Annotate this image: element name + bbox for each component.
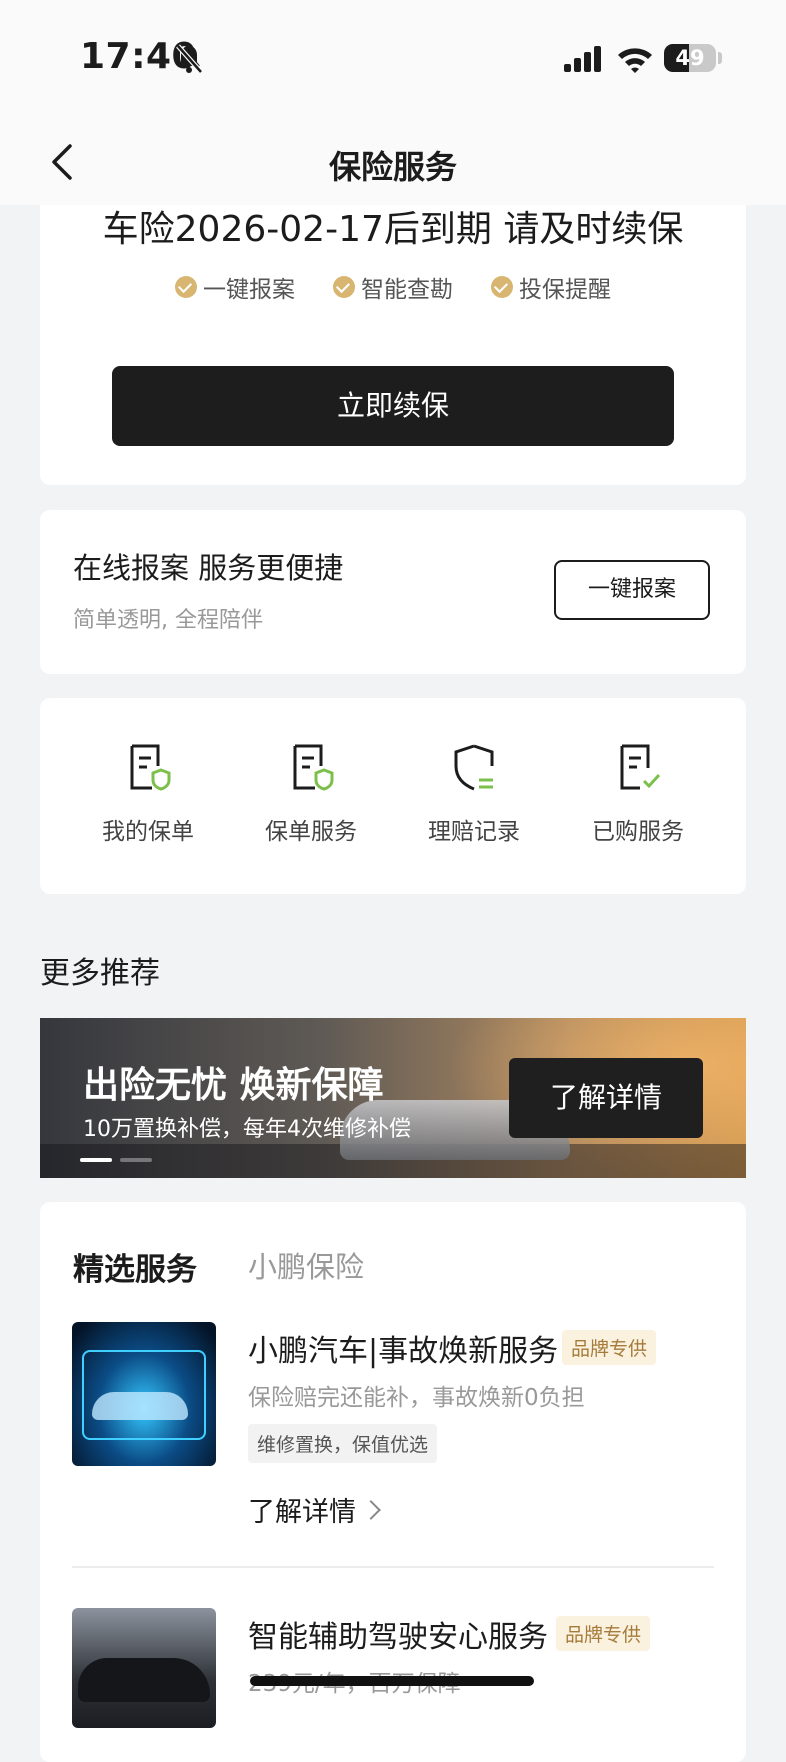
page-title: 保险服务 — [328, 148, 457, 186]
check-badge-icon — [333, 276, 355, 298]
tab-xpeng-insurance[interactable]: 小鹏保险 — [248, 1244, 364, 1286]
product-title[interactable]: 小鹏汽车|事故焕新服务 — [248, 1326, 558, 1370]
brand-exclusive-badge: 品牌专供 — [556, 1616, 651, 1651]
service-label: 理赔记录 — [428, 819, 520, 845]
service-claim-records[interactable]: 理赔记录 — [399, 742, 549, 846]
expire-notice: 车险2026-02-17后到期 请及时续保 — [102, 209, 684, 250]
battery-level: 49 — [675, 46, 705, 70]
product-link-label: 了解详情 — [248, 1497, 356, 1528]
product-thumbnail[interactable] — [72, 1608, 216, 1728]
check-badge-icon — [175, 276, 197, 298]
renew-button[interactable]: 立即续保 — [112, 366, 674, 446]
service-label: 已购服务 — [592, 819, 684, 845]
feature-item: 智能查勘 — [333, 270, 453, 304]
carousel-indicator — [120, 1158, 152, 1162]
report-card-subtitle: 简单透明, 全程陪伴 — [73, 608, 263, 633]
battery-tip — [718, 52, 722, 64]
chevron-right-icon — [361, 1499, 381, 1520]
brand-exclusive-badge: 品牌专供 — [562, 1330, 657, 1365]
claim-record-icon — [454, 744, 494, 791]
service-label: 保单服务 — [265, 819, 357, 845]
service-policy-service[interactable]: 保单服务 — [236, 742, 386, 846]
banner-subtitle: 10万置换补偿，每年4次维修补偿 — [83, 1117, 411, 1142]
product-chip: 维修置换，保值优选 — [248, 1424, 438, 1463]
feature-list: 一键报案 智能查勘 投保提醒 — [40, 270, 746, 304]
service-my-policy[interactable]: 我的保单 — [73, 742, 223, 846]
feature-label: 智能查勘 — [361, 277, 453, 303]
banner-title: 出险无忧 焕新保障 — [83, 1065, 384, 1106]
feature-item: 投保提醒 — [491, 270, 611, 304]
feature-label: 一键报案 — [203, 277, 295, 303]
purchased-check-icon — [620, 744, 661, 790]
service-purchased[interactable]: 已购服务 — [563, 742, 713, 846]
one-click-report-button[interactable]: 一键报案 — [554, 560, 710, 620]
product-thumbnail[interactable] — [72, 1322, 216, 1466]
list-divider — [72, 1566, 714, 1568]
thumbnail-car — [78, 1658, 210, 1702]
battery-icon: 49 — [664, 44, 716, 72]
banner-learn-more-button[interactable]: 了解详情 — [509, 1058, 703, 1138]
more-recommendations-title: 更多推荐 — [40, 956, 160, 991]
report-card-title: 在线报案 服务更便捷 — [73, 551, 344, 585]
product-description: 保险赔完还能补，事故焕新0负担 — [248, 1385, 585, 1411]
thumbnail-car — [92, 1392, 188, 1420]
feature-item: 一键报案 — [175, 270, 295, 304]
policy-service-icon — [293, 744, 334, 791]
home-indicator[interactable] — [250, 1676, 534, 1686]
product-learn-more-link[interactable]: 了解详情 — [248, 1490, 381, 1529]
product-title[interactable]: 智能辅助驾驶安心服务 — [248, 1612, 548, 1656]
cellular-signal-icon — [564, 46, 601, 72]
feature-label: 投保提醒 — [519, 277, 611, 303]
carousel-indicator-active — [80, 1158, 112, 1162]
wifi-icon — [618, 48, 652, 73]
mute-bell-icon — [176, 44, 203, 74]
policy-shield-icon — [130, 744, 171, 791]
check-badge-icon — [491, 276, 513, 298]
tab-featured-services[interactable]: 精选服务 — [73, 1244, 197, 1289]
service-label: 我的保单 — [102, 819, 194, 845]
